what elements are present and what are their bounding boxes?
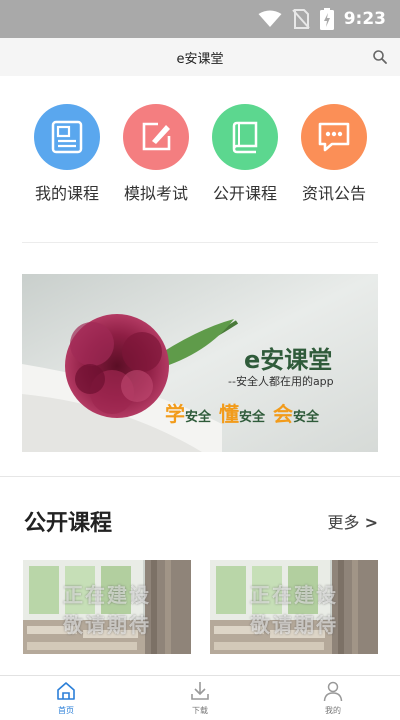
quick-link-label: 资讯公告: [301, 184, 366, 203]
quick-link-label: 公开课程: [212, 184, 277, 203]
course-overlay: 正在建设 敬请期待: [210, 580, 378, 640]
course-card[interactable]: 正在建设 敬请期待: [23, 560, 191, 654]
no-sim-icon: [291, 9, 310, 29]
chat-icon: [301, 104, 367, 170]
slogan-big-char: 学: [165, 402, 185, 426]
banner-slogan: 学安全 懂安全 会安全: [165, 398, 319, 427]
course-status-line: 敬请期待: [63, 613, 151, 637]
bottom-nav: 首页 下载 我的: [0, 675, 400, 720]
download-icon: [191, 682, 209, 700]
home-icon: [57, 682, 75, 700]
app-title: e安课堂: [176, 52, 224, 67]
section-divider: [0, 476, 400, 477]
section-title-public-courses: 公开课程: [24, 511, 113, 536]
banner-subtitle: --安全人都在用的app: [228, 375, 334, 388]
search-icon[interactable]: [372, 49, 388, 65]
more-label: 更多: [327, 513, 360, 532]
quick-link-my-courses[interactable]: 我的课程: [22, 104, 112, 204]
course-card[interactable]: 正在建设 敬请期待: [210, 560, 378, 654]
course-status-line: 正在建设: [250, 583, 338, 607]
course-overlay: 正在建设 敬请期待: [23, 580, 191, 640]
quick-link-news[interactable]: 资讯公告: [289, 104, 379, 204]
battery-icon: [319, 8, 334, 30]
slogan-small-text: 安全: [293, 410, 320, 425]
nav-label: 我的: [325, 706, 341, 715]
wifi-icon: [258, 10, 282, 27]
edit-icon: [123, 104, 189, 170]
slogan-big-char: 会: [273, 402, 294, 426]
nav-item-profile[interactable]: 我的: [303, 680, 363, 716]
slogan-small-text: 安全: [185, 410, 212, 425]
news-icon: [34, 104, 100, 170]
course-status-line: 正在建设: [63, 583, 151, 607]
banner[interactable]: e安课堂 --安全人都在用的app 学安全 懂安全 会安全: [22, 274, 378, 452]
banner-title: e安课堂: [244, 346, 333, 374]
quick-links: 我的课程 模拟考试 公开课程 资讯公告: [0, 104, 400, 214]
user-icon: [323, 681, 343, 702]
quick-link-label: 模拟考试: [123, 184, 188, 203]
slogan-small-text: 安全: [239, 410, 266, 425]
status-bar: 9:23: [0, 0, 400, 38]
app-header: e安课堂: [0, 38, 400, 76]
status-icons: 9:23: [258, 8, 386, 30]
more-arrow-icon: >: [364, 513, 378, 532]
status-time: 9:23: [343, 9, 386, 29]
nav-item-download[interactable]: 下载: [170, 680, 230, 716]
nav-label: 下载: [192, 706, 208, 715]
more-link[interactable]: 更多 >: [327, 509, 378, 533]
nav-item-home[interactable]: 首页: [36, 680, 96, 716]
book-icon: [212, 104, 278, 170]
quick-link-public-courses[interactable]: 公开课程: [200, 104, 290, 204]
course-status-line: 敬请期待: [250, 613, 338, 637]
quick-link-label: 我的课程: [34, 184, 99, 203]
quick-link-mock-exam[interactable]: 模拟考试: [111, 104, 201, 204]
nav-label: 首页: [58, 706, 74, 715]
divider: [22, 242, 378, 243]
slogan-big-char: 懂: [219, 402, 240, 426]
